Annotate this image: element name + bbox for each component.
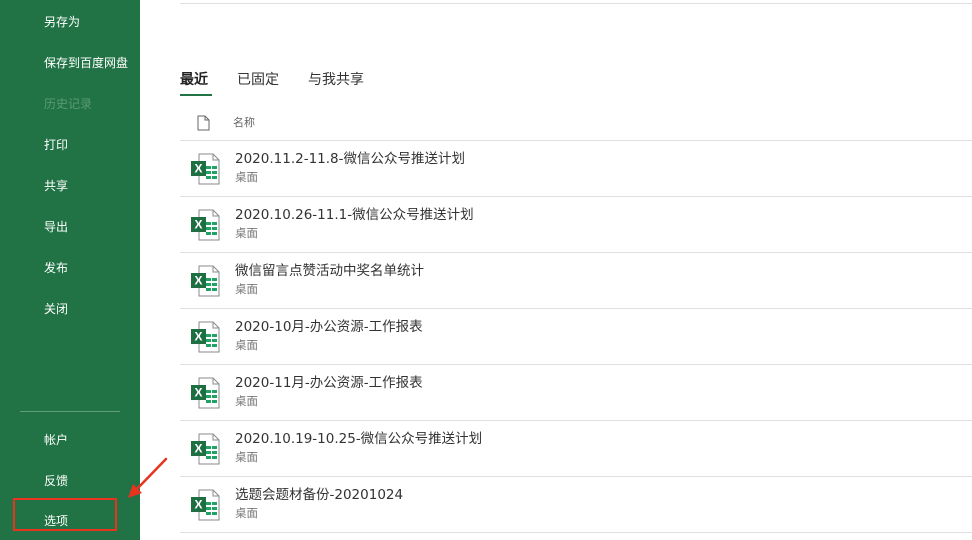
file-list-item[interactable]: X 2020.11.2-11.8-微信公众号推送计划 桌面: [180, 141, 972, 197]
file-list-item[interactable]: X 2020.10.26-11.1-微信公众号推送计划 桌面: [180, 197, 972, 253]
excel-file-icon: X: [191, 377, 220, 409]
excel-file-icon: X: [191, 265, 220, 297]
tab-recent[interactable]: 最近: [180, 66, 208, 94]
file-list-item[interactable]: X 微信留言点赞活动中奖名单统计 桌面: [180, 253, 972, 309]
sidebar-item-history: 历史记录: [44, 97, 93, 111]
sidebar-divider: [20, 411, 120, 412]
svg-text:X: X: [194, 498, 202, 512]
sidebar-item-export[interactable]: 导出: [0, 209, 140, 245]
sidebar-item-feedback[interactable]: 反馈: [0, 463, 140, 499]
active-tab-underline: [180, 94, 212, 96]
sidebar-item-share[interactable]: 共享: [0, 168, 140, 204]
file-location: 桌面: [235, 338, 258, 352]
sidebar-item-save-as[interactable]: 另存为: [0, 4, 140, 40]
options-highlight-box: [13, 498, 117, 531]
sidebar-item-save-to-baidu[interactable]: 保存到百度网盘: [0, 45, 140, 81]
file-name: 2020.11.2-11.8-微信公众号推送计划: [235, 151, 466, 167]
file-name: 2020.10.19-10.25-微信公众号推送计划: [235, 431, 483, 447]
file-name: 2020.10.26-11.1-微信公众号推送计划: [235, 207, 474, 223]
excel-file-icon: X: [191, 153, 220, 185]
file-name: 2020-11月-办公资源-工作报表: [235, 375, 423, 391]
tab-shared-with-me[interactable]: 与我共享: [308, 66, 364, 94]
svg-text:X: X: [194, 330, 202, 344]
svg-text:X: X: [194, 442, 202, 456]
tab-pinned[interactable]: 已固定: [237, 66, 279, 94]
excel-file-icon: X: [191, 209, 220, 241]
file-location: 桌面: [235, 226, 258, 240]
file-location: 桌面: [235, 282, 258, 296]
excel-file-icon: X: [191, 321, 220, 353]
file-name: 选题会题材备份-20201024: [235, 487, 404, 503]
svg-text:X: X: [194, 386, 202, 400]
file-name: 2020-10月-办公资源-工作报表: [235, 319, 423, 335]
file-list-item[interactable]: X 2020-11月-办公资源-工作报表 桌面: [180, 365, 972, 421]
file-location: 桌面: [235, 394, 258, 408]
file-location: 桌面: [235, 506, 258, 520]
annotation-arrow-icon: [128, 457, 168, 498]
excel-file-icon: X: [191, 433, 220, 465]
file-location: 桌面: [235, 450, 258, 464]
top-divider: [180, 3, 972, 4]
sidebar-item-account[interactable]: 帐户: [0, 422, 140, 458]
file-name: 微信留言点赞活动中奖名单统计: [235, 263, 424, 279]
sidebar-item-print[interactable]: 打印: [0, 127, 140, 163]
document-icon: [197, 115, 210, 131]
backstage-sidebar: 另存为 保存到百度网盘 历史记录 打印 共享 导出 发布 关闭 帐户 反馈 选项: [0, 0, 140, 540]
svg-text:X: X: [194, 162, 202, 176]
file-list-item[interactable]: X 2020-10月-办公资源-工作报表 桌面: [180, 309, 972, 365]
column-header-name[interactable]: 名称: [233, 115, 255, 131]
excel-file-icon: X: [191, 489, 220, 521]
file-location: 桌面: [235, 170, 258, 184]
svg-text:X: X: [194, 218, 202, 232]
sidebar-item-close[interactable]: 关闭: [0, 291, 140, 327]
file-list-item[interactable]: X 选题会题材备份-20201024 桌面: [180, 477, 972, 533]
svg-text:X: X: [194, 274, 202, 288]
sidebar-item-publish[interactable]: 发布: [0, 250, 140, 286]
file-list-item[interactable]: X 2020.10.19-10.25-微信公众号推送计划 桌面: [180, 421, 972, 477]
